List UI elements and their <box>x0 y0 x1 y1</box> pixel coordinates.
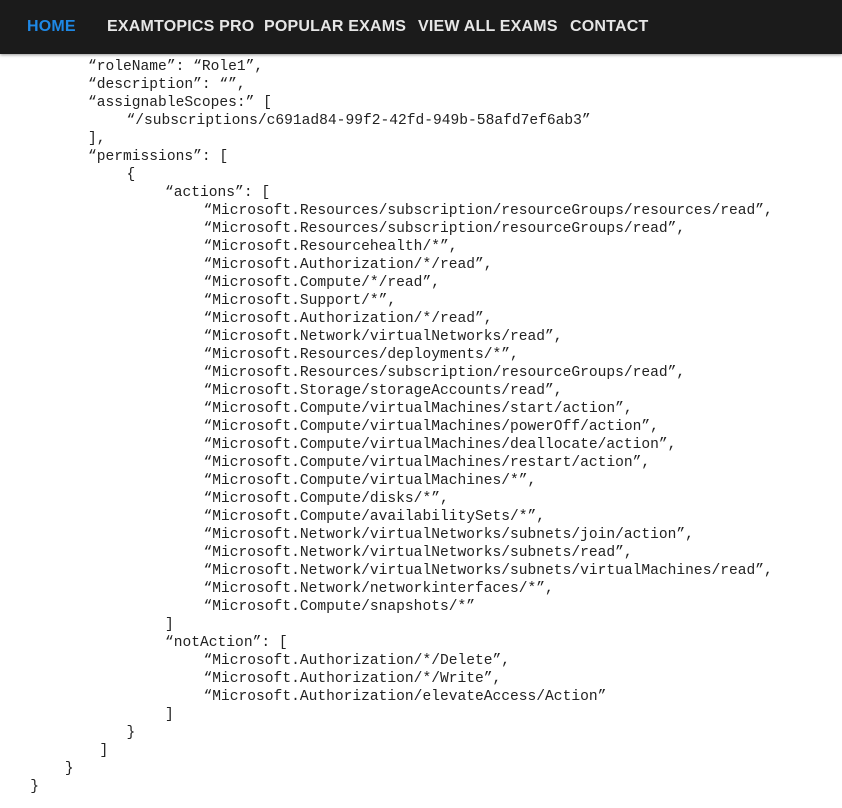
code-line: } <box>64 761 74 777</box>
nav-contact-link[interactable]: CONTACT <box>570 18 648 36</box>
code-line: “Microsoft.Authorization/elevateAccess/A… <box>203 689 607 705</box>
code-line: “Microsoft.Compute/availabilitySets/*”, <box>203 509 546 525</box>
nav-popular-exams-link[interactable]: POPULAR EXAMS <box>264 18 406 36</box>
code-line: “permissions”: [ <box>88 149 229 165</box>
nav-home-link[interactable]: HOME <box>27 18 76 36</box>
code-line: “Microsoft.Compute/disks/*”, <box>203 491 449 507</box>
code-line: “Microsoft.Storage/storageAccounts/read”… <box>203 383 563 399</box>
code-line: } <box>126 725 136 741</box>
code-line: “Microsoft.Compute/virtualMachines/resta… <box>203 455 651 471</box>
top-navbar: HOME EXAMTOPICS PRO POPULAR EXAMS VIEW A… <box>0 0 842 54</box>
code-line: “actions”: [ <box>165 185 271 201</box>
code-line: “notAction”: [ <box>165 635 288 651</box>
code-line: “Microsoft.Network/virtualNetworks/read”… <box>203 329 563 345</box>
nav-view-all-exams-link[interactable]: VIEW ALL EXAMS <box>418 18 558 36</box>
code-line: ] <box>99 743 109 759</box>
code-line: “Microsoft.Network/virtualNetworks/subne… <box>203 545 633 561</box>
code-line: “Microsoft.Network/networkinterfaces/*”, <box>203 581 554 597</box>
code-line: “Microsoft.Authorization/*/Delete”, <box>203 653 511 669</box>
code-line: “Microsoft.Resources/subscription/resour… <box>203 221 686 237</box>
code-line: “Microsoft.Authorization/*/Write”, <box>203 671 502 687</box>
code-line: “description”: “”, <box>88 77 246 93</box>
code-line: ] <box>165 707 174 723</box>
code-line: “Microsoft.Network/virtualNetworks/subne… <box>203 527 694 543</box>
code-line: “Microsoft.Compute/virtualMachines/*”, <box>203 473 537 489</box>
code-line: “assignableScopes:” [ <box>88 95 272 111</box>
code-line: “Microsoft.Network/virtualNetworks/subne… <box>203 563 773 579</box>
code-line: “Microsoft.Resources/subscription/resour… <box>203 365 686 381</box>
code-line: “Microsoft.Authorization/*/read”, <box>203 257 493 273</box>
code-line: “/subscriptions/c691ad84-99f2-42fd-949b-… <box>126 113 591 129</box>
code-line: { <box>126 167 136 183</box>
code-line: “Microsoft.Resources/subscription/resour… <box>203 203 773 219</box>
code-line: “Microsoft.Support/*”, <box>203 293 397 309</box>
code-line: ], <box>88 131 106 147</box>
code-line: “Microsoft.Compute/virtualMachines/start… <box>203 401 633 417</box>
code-line: “Microsoft.Compute/virtualMachines/power… <box>203 419 659 435</box>
code-line: “Microsoft.Authorization/*/read”, <box>203 311 493 327</box>
code-line: “Microsoft.Resources/deployments/*”, <box>203 347 519 363</box>
code-line: “roleName”: “Role1”, <box>88 59 264 75</box>
code-line: ] <box>165 617 174 633</box>
code-line: } <box>30 779 40 795</box>
code-line: “Microsoft.Compute/*/read”, <box>203 275 440 291</box>
nav-examtopics-pro-link[interactable]: EXAMTOPICS PRO <box>107 18 254 36</box>
code-line: “Microsoft.Compute/snapshots/*” <box>203 599 476 615</box>
code-line: “Microsoft.Resourcehealth/*”, <box>203 239 458 255</box>
code-line: “Microsoft.Compute/virtualMachines/deall… <box>203 437 677 453</box>
